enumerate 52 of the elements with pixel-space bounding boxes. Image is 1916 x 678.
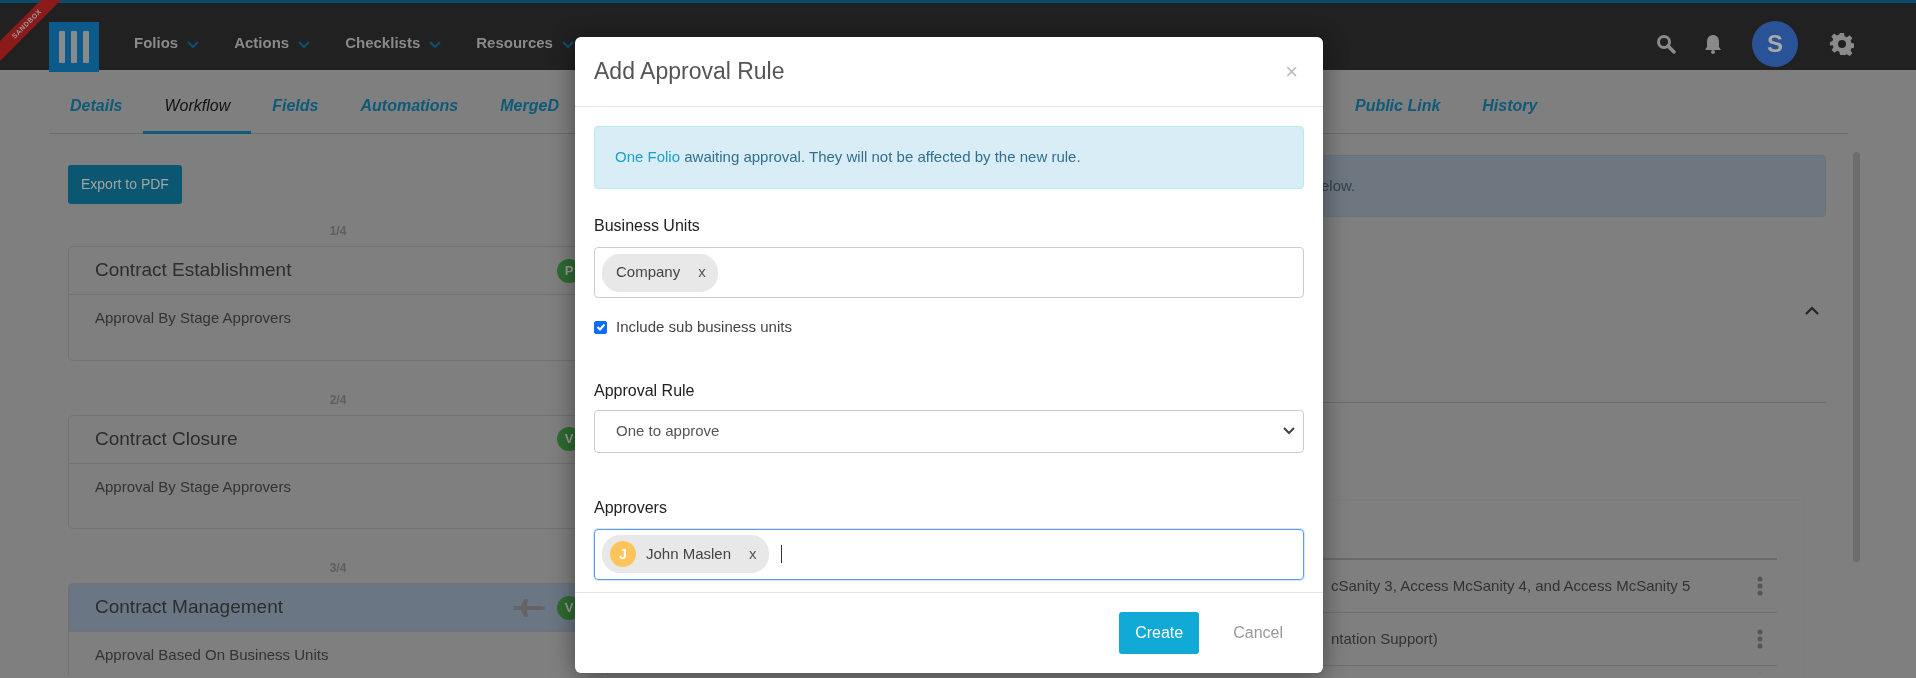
chevron-down-icon (560, 38, 575, 49)
chevron-down-icon (186, 38, 201, 49)
field-label: Approvers (594, 497, 668, 518)
bell-icon[interactable] (1704, 33, 1722, 54)
settings-icon[interactable] (1830, 31, 1854, 56)
export-pdf-button[interactable]: Export to PDF (68, 165, 182, 204)
checkbox[interactable] (594, 320, 607, 334)
modal-title: Add Approval Rule (594, 57, 785, 86)
table-cell-text: cSanity 3, Access McSanity 4, and Access McSanity 5 (1331, 575, 1691, 596)
chevron-up-icon[interactable] (1804, 304, 1820, 315)
remove-tag-button[interactable]: x (698, 261, 706, 284)
alert-message: One Folio awaiting approval. They will not be affected by the new rule. (615, 147, 1081, 168)
close-button[interactable]: × (1279, 60, 1304, 83)
stage-title: Contract Management (95, 595, 284, 620)
stage-rule: Approval By Stage Approvers (95, 477, 291, 495)
tab[interactable]: History (1461, 70, 1559, 134)
tab[interactable]: Automations (339, 70, 480, 134)
nav-menu[interactable]: Actions (234, 32, 312, 55)
cancel-button[interactable]: Cancel (1233, 621, 1283, 645)
stage-rule: Approval Based On Business Units (95, 646, 329, 663)
remove-tag-button[interactable]: x (749, 542, 757, 566)
airplane-icon (513, 597, 547, 618)
text-cursor (780, 545, 782, 563)
stage-rule: Approval By Stage Approvers (95, 309, 291, 326)
field-label: Approval Rule (594, 380, 696, 401)
tab[interactable]: MergeD (479, 70, 580, 134)
create-button[interactable]: Create (1119, 612, 1200, 654)
approver-tag: J John Maslen x (602, 535, 769, 573)
approval-rule-select[interactable]: One to approve (594, 409, 1304, 453)
tab[interactable]: Fields (251, 70, 340, 134)
stage-title: Contract Closure (95, 426, 239, 451)
nav-menu[interactable]: Checklists (345, 32, 443, 55)
folio-link[interactable]: One Folio (615, 148, 681, 166)
stage-title: Contract Establishment (95, 258, 293, 283)
nav-menu[interactable]: Resources (476, 32, 575, 55)
search-icon[interactable] (1656, 33, 1676, 54)
user-avatar[interactable]: S (1752, 20, 1798, 67)
field-label: Business Units (594, 216, 701, 236)
tab[interactable]: Workflow (143, 70, 252, 134)
unit-tag: Company x (602, 253, 718, 292)
chevron-down-icon (428, 38, 443, 49)
tab[interactable]: Public Link (1333, 70, 1462, 134)
checkbox-label: Include sub business units (616, 317, 792, 337)
tab[interactable]: Details (49, 70, 144, 134)
nav-menu[interactable]: Folios (134, 32, 201, 55)
business-units-field[interactable]: Company x (594, 247, 1304, 298)
logo-icon[interactable] (49, 22, 99, 72)
chevron-down-icon (297, 38, 312, 49)
user-avatar: J (610, 541, 636, 567)
approvers-field[interactable]: J John Maslen x (594, 528, 1304, 580)
table-cell-text: ntation Support) (1331, 628, 1438, 649)
chevron-down-icon (1283, 427, 1295, 435)
